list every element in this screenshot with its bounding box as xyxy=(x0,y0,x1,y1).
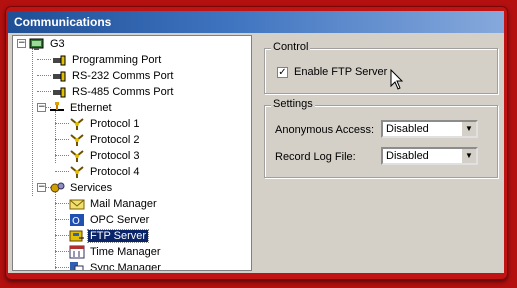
sync-manager-icon xyxy=(69,261,85,270)
record-log-select[interactable]: Disabled ▼ xyxy=(381,147,478,165)
tree-node-time-manager[interactable]: Time Manager xyxy=(69,244,163,260)
device-icon xyxy=(29,37,45,51)
tree-node-opc-server[interactable]: O OPC Server xyxy=(69,212,151,228)
window-title: Communications xyxy=(8,11,504,33)
tree-node-mail-manager[interactable]: Mail Manager xyxy=(69,196,159,212)
settings-group: Settings xyxy=(264,98,498,178)
collapse-services-button[interactable]: − xyxy=(37,183,46,192)
mail-icon xyxy=(69,197,85,211)
enable-ftp-checkbox[interactable]: ✓ xyxy=(277,67,288,78)
tree-node-ftp-server[interactable]: FTP Server xyxy=(69,228,150,244)
opc-server-icon: O xyxy=(69,213,85,227)
client-area: − G3 Programming Port RS-232 Comms Port … xyxy=(8,33,504,273)
properties-panel: Control ✓ Enable FTP Server Settings Ano… xyxy=(258,35,502,271)
record-log-label: Record Log File: xyxy=(275,151,356,163)
anonymous-access-label: Anonymous Access: xyxy=(275,124,375,136)
tree-node-programming-port[interactable]: Programming Port xyxy=(51,52,163,68)
settings-legend: Settings xyxy=(271,98,315,110)
collapse-ethernet-button[interactable]: − xyxy=(37,103,46,112)
protocol-icon xyxy=(69,117,85,131)
chevron-down-icon[interactable]: ▼ xyxy=(461,122,476,136)
protocol-icon xyxy=(69,165,85,179)
tree-node-ethernet[interactable]: Ethernet xyxy=(49,100,114,116)
svg-text:O: O xyxy=(72,216,80,227)
enable-ftp-label[interactable]: Enable FTP Server xyxy=(294,66,387,78)
network-icon xyxy=(49,101,65,115)
anonymous-access-select[interactable]: Disabled ▼ xyxy=(381,120,478,138)
chevron-down-icon[interactable]: ▼ xyxy=(461,149,476,163)
tree-node-protocol-2[interactable]: Protocol 2 xyxy=(69,132,142,148)
protocol-icon xyxy=(69,149,85,163)
tree-node-rs485-port[interactable]: RS-485 Comms Port xyxy=(51,84,175,100)
mouse-cursor-icon xyxy=(390,68,404,94)
collapse-g3-button[interactable]: − xyxy=(17,39,26,48)
tree-node-g3[interactable]: G3 xyxy=(29,36,67,52)
protocol-icon xyxy=(69,133,85,147)
port-icon xyxy=(51,69,67,83)
port-icon xyxy=(51,53,67,67)
tree-view[interactable]: − G3 Programming Port RS-232 Comms Port … xyxy=(12,35,252,271)
tree-node-rs232-port[interactable]: RS-232 Comms Port xyxy=(51,68,175,84)
tree-node-services[interactable]: Services xyxy=(49,180,114,196)
port-icon xyxy=(51,85,67,99)
tree-node-protocol-4[interactable]: Protocol 4 xyxy=(69,164,142,180)
tree-node-protocol-1[interactable]: Protocol 1 xyxy=(69,116,142,132)
control-legend: Control xyxy=(271,41,311,53)
tree-node-protocol-3[interactable]: Protocol 3 xyxy=(69,148,142,164)
services-gears-icon xyxy=(49,181,65,195)
tree-node-sync-manager[interactable]: Sync Manager xyxy=(69,260,163,270)
time-manager-icon xyxy=(69,245,85,259)
ftp-server-icon xyxy=(69,229,85,243)
